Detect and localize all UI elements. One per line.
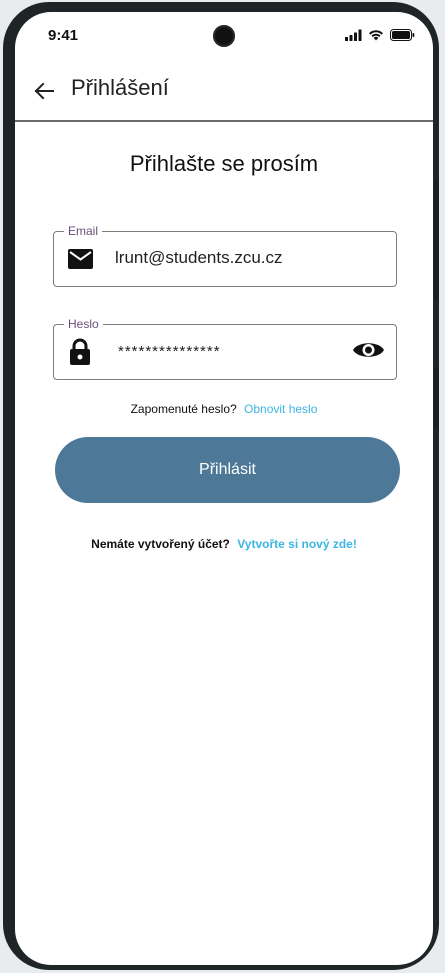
password-label: Heslo	[64, 317, 103, 331]
toggle-password-visibility-button[interactable]	[351, 337, 385, 367]
password-field[interactable]: Heslo ***************	[53, 317, 397, 380]
eye-icon	[352, 339, 385, 366]
camera-icon	[213, 25, 235, 47]
battery-icon	[390, 28, 415, 46]
email-field[interactable]: Email	[53, 224, 397, 287]
wifi-icon	[368, 28, 384, 46]
email-label: Email	[64, 224, 103, 238]
register-text: Nemáte vytvořený účet?	[91, 537, 230, 551]
lock-icon	[67, 338, 93, 365]
app-bar: Přihlášení	[15, 65, 433, 122]
register-row: Nemáte vytvořený účet? Vytvořte si nový …	[15, 537, 433, 551]
status-time: 9:41	[48, 27, 79, 44]
status-bar: 9:41	[15, 12, 433, 56]
phone-frame: 9:41 Přihlášení Přihlašte se prosím Emai…	[3, 2, 439, 970]
back-arrow-icon	[34, 82, 54, 105]
page-title: Přihlášení	[71, 75, 169, 100]
side-button-volume	[434, 180, 439, 300]
forgot-password-row: Zapomenuté heslo? Obnovit heslo	[15, 402, 433, 416]
register-link[interactable]: Vytvořte si nový zde!	[237, 537, 357, 551]
login-heading: Přihlašte se prosím	[129, 151, 319, 176]
signal-icon	[345, 28, 362, 46]
status-icons	[345, 28, 415, 46]
login-button[interactable]: Přihlásit	[55, 437, 400, 503]
phone-screen: 9:41 Přihlášení Přihlašte se prosím Emai…	[15, 12, 433, 965]
reset-password-link[interactable]: Obnovit heslo	[244, 402, 317, 416]
forgot-password-text: Zapomenuté heslo?	[130, 402, 237, 416]
back-button[interactable]	[29, 78, 59, 108]
side-button-power	[434, 367, 439, 429]
password-input[interactable]: ***************	[118, 343, 338, 360]
mail-icon	[67, 246, 93, 272]
email-input[interactable]	[115, 248, 335, 268]
